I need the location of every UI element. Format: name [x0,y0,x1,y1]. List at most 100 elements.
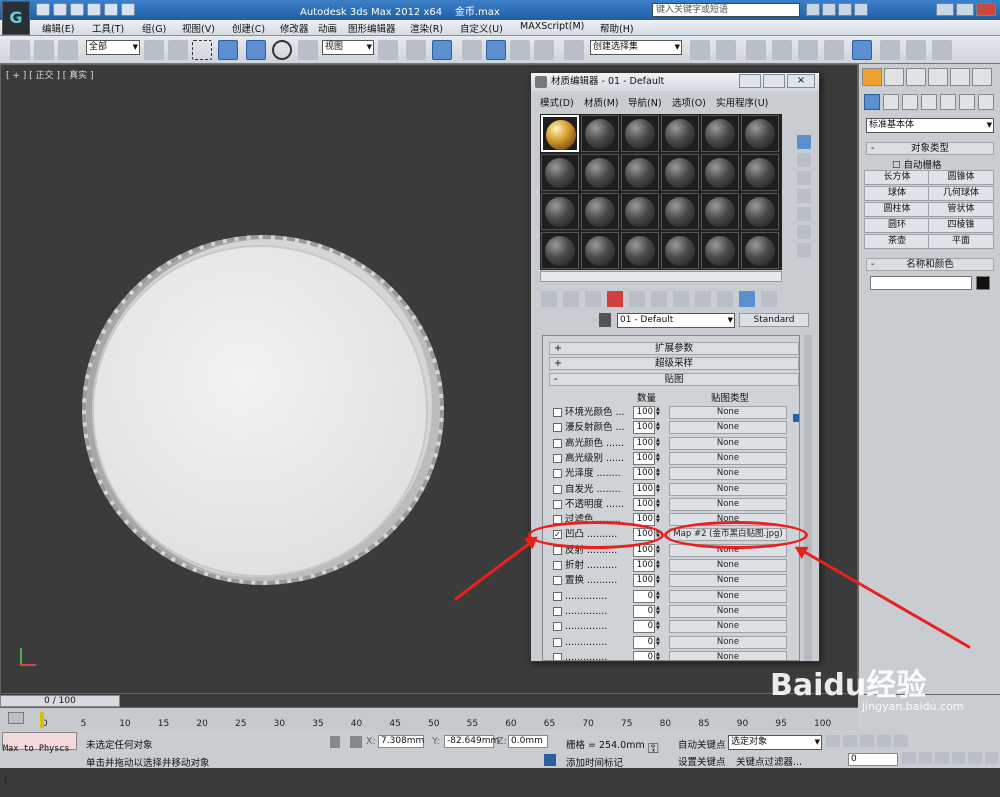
map-amount-spinner-icon[interactable]: ▲ ▼ [656,483,663,495]
box-button[interactable]: 长方体 [864,170,930,185]
map-enable-checkbox[interactable] [553,606,562,616]
map-slot-button[interactable]: None [669,467,787,481]
make-preview-icon[interactable] [797,225,811,239]
lights-icon[interactable] [902,94,918,110]
go-to-parent-icon[interactable] [739,291,755,307]
sample-slot[interactable] [541,193,579,230]
mini-curve-editor-icon[interactable] [8,712,24,724]
sample-slot[interactable] [701,193,739,230]
map-enable-checkbox[interactable] [553,637,562,647]
hierarchy-tab-icon[interactable] [906,68,926,86]
map-slot-button[interactable]: None [669,482,787,496]
map-slot-button[interactable]: None [669,635,787,649]
object-name-input[interactable] [870,276,972,290]
auto-grid-checkbox[interactable]: ☐ 自动栅格 [892,157,942,171]
supersampling-rollout[interactable]: + 超级采样 [549,357,799,370]
link-icon[interactable] [10,40,30,60]
schematic-view-icon[interactable] [824,40,844,60]
pivot-center-icon[interactable] [378,40,398,60]
redo-icon[interactable] [104,3,118,16]
sample-slot[interactable] [741,232,779,269]
menu-views[interactable]: 视图(V) [182,21,215,35]
map-slot-button[interactable]: None [669,436,787,450]
z-coordinate-field[interactable]: 0.0mm [508,735,548,748]
sample-slot[interactable] [741,154,779,191]
selection-filter-dropdown[interactable]: 全部 [86,40,140,55]
map-amount-spinner-icon[interactable]: ▲ ▼ [656,422,663,433]
map-enable-checkbox[interactable] [553,499,562,509]
map-amount-field[interactable]: 100 [633,421,655,435]
map-enable-checkbox[interactable] [553,576,562,586]
material-editor-icon[interactable] [852,40,872,60]
make-unique-icon[interactable] [629,291,645,307]
primitive-type-dropdown[interactable]: 标准基本体 [866,118,994,133]
map-amount-field[interactable]: 100 [633,574,655,588]
me-maximize-icon[interactable] [763,74,785,88]
utilities-tab-icon[interactable] [972,68,992,86]
map-enable-checkbox[interactable] [553,561,562,570]
map-enable-checkbox[interactable] [553,423,562,433]
open-file-icon[interactable] [53,3,67,16]
map-enable-checkbox[interactable] [553,469,562,479]
go-to-start-icon[interactable] [826,735,840,747]
map-slot-button[interactable]: None [669,421,787,435]
display-tab-icon[interactable] [950,68,970,86]
map-enable-checkbox[interactable] [553,408,562,417]
geosphere-button[interactable]: 几何球体 [928,186,994,201]
search-icon[interactable] [806,3,820,16]
sample-slot[interactable] [661,232,699,269]
sample-slot[interactable] [581,193,619,230]
auto-key-button[interactable]: 自动关键点 [678,737,726,751]
coin-object[interactable] [92,245,428,577]
go-forward-sibling-icon[interactable] [761,291,777,307]
pan-icon[interactable] [951,752,965,764]
select-and-move-icon[interactable] [246,40,266,60]
menu-animation[interactable]: 动画 [318,21,337,35]
time-slider-track[interactable] [0,694,858,708]
menu-create[interactable]: 创建(C) [232,21,265,35]
map-amount-spinner-icon[interactable]: ▲ ▼ [656,651,663,660]
plane-button[interactable]: 平面 [928,234,994,249]
sample-uv-tiling-icon[interactable] [797,189,811,203]
sample-slot[interactable] [541,154,579,191]
key-filters-button[interactable]: 关键点过滤器... [736,754,802,768]
project-folder-icon[interactable] [121,3,135,16]
search-input[interactable]: 键入关键字或短语 [652,3,800,17]
teapot-button[interactable]: 茶壶 [864,234,930,249]
eyedropper-icon[interactable] [599,313,611,327]
select-manipulate-icon[interactable] [406,40,426,60]
me-close-icon[interactable]: × [787,74,815,88]
map-amount-spinner-icon[interactable]: ▲ ▼ [656,407,663,418]
sample-slot[interactable] [541,232,579,269]
map-slot-button[interactable]: None [669,497,787,511]
map-amount-spinner-icon[interactable]: ▲ ▼ [656,468,663,479]
menu-help[interactable]: 帮助(H) [600,21,634,35]
field-of-view-icon[interactable] [935,752,949,764]
tube-button[interactable]: 管状体 [928,202,994,217]
render-setup-icon[interactable] [880,40,900,60]
map-amount-spinner-icon[interactable]: ▲ ▼ [656,452,663,464]
sample-slot[interactable] [661,193,699,230]
map-amount-spinner-icon[interactable]: ▲ ▼ [656,590,663,602]
map-slot-button[interactable]: None [669,559,787,572]
map-amount-field[interactable]: 0 [633,589,655,603]
add-time-tag[interactable]: 添加时间标记 [566,755,623,769]
sample-slot[interactable] [581,154,619,191]
current-frame-field[interactable]: 0 [848,753,898,766]
favorites-icon[interactable] [838,3,852,16]
spinner-snap-icon[interactable] [534,40,554,60]
object-color-swatch[interactable] [976,276,990,290]
put-to-library-icon[interactable] [651,291,667,307]
play-icon[interactable] [860,735,874,747]
next-frame-icon[interactable] [877,735,891,747]
select-object-icon[interactable] [144,40,164,60]
x-coordinate-field[interactable]: 7.308mm [378,735,424,748]
save-file-icon[interactable] [70,3,84,16]
key-selection-dropdown[interactable]: 选定对象 [728,735,822,750]
graphite-ribbon-icon[interactable] [772,40,792,60]
create-tab-icon[interactable] [862,68,882,86]
slots-scrollbar[interactable] [540,271,782,282]
space-warps-icon[interactable] [959,94,975,110]
material-id-icon[interactable] [673,291,689,307]
absolute-mode-icon[interactable] [350,736,362,748]
